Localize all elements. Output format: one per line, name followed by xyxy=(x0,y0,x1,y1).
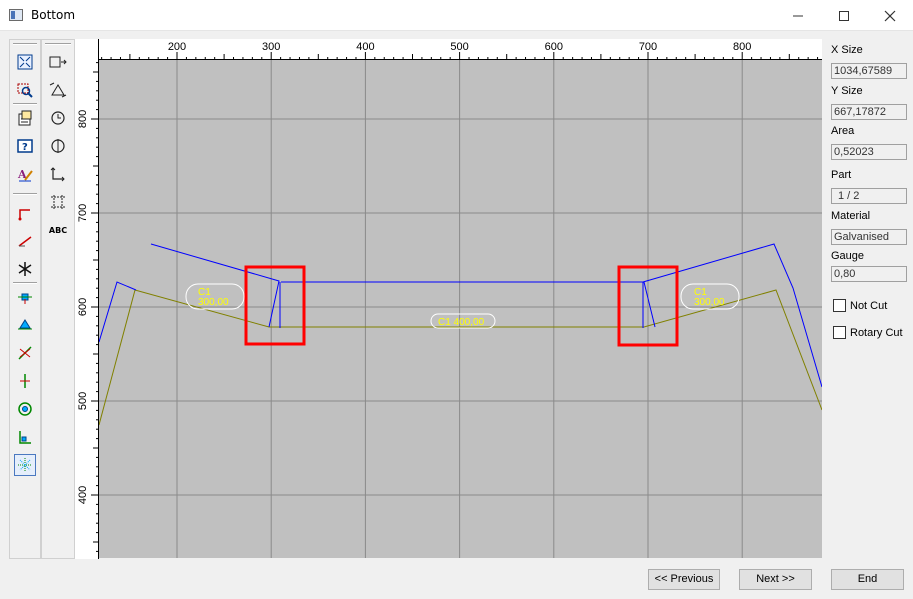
bend-label-center: C1 400,00 xyxy=(430,313,496,329)
text-abc-icon[interactable]: ABC xyxy=(47,219,69,241)
maximize-icon xyxy=(839,11,849,21)
gauge-label: Gauge xyxy=(831,250,865,262)
part-outline xyxy=(99,243,822,388)
part-field: 1 / 2 xyxy=(831,188,907,204)
ruler-label: 700 xyxy=(639,41,657,53)
ruler-label: 500 xyxy=(450,41,468,53)
gauge-field: 0,80 xyxy=(831,266,907,282)
area-field: 0,52023 xyxy=(831,144,907,160)
not-cut-checkbox[interactable] xyxy=(833,299,846,312)
ruler-label: 800 xyxy=(77,110,89,128)
resize-icon[interactable] xyxy=(47,51,69,73)
bend-label-right: C1 300,00 xyxy=(680,283,740,310)
material-label: Material xyxy=(831,210,871,222)
bend-label-left-line2: 300,00 xyxy=(198,297,229,308)
snap-perpendicular-icon[interactable] xyxy=(14,370,36,392)
end-button[interactable]: End xyxy=(831,569,904,590)
snap-center-icon[interactable] xyxy=(14,398,36,420)
rotary-cut-checkbox-row[interactable]: Rotary Cut xyxy=(833,326,903,339)
part-label: Part xyxy=(831,169,852,181)
properties-icon[interactable] xyxy=(14,107,36,129)
step-line-icon[interactable] xyxy=(14,202,36,224)
snap-midpoint-icon[interactable] xyxy=(14,314,36,336)
ruler-label: 600 xyxy=(77,298,89,316)
ruler-label: 700 xyxy=(77,204,89,222)
ruler-label: 400 xyxy=(356,41,374,53)
not-cut-checkbox-row[interactable]: Not Cut xyxy=(833,299,887,312)
rotary-cut-checkbox[interactable] xyxy=(833,326,846,339)
svg-text:?: ? xyxy=(22,142,28,153)
close-button[interactable] xyxy=(867,0,913,31)
x-size-field: 1034,67589 xyxy=(831,63,907,79)
drawing-canvas[interactable]: C1 300,00 C1 400,00 C1 300,00 xyxy=(99,60,822,558)
window-icon xyxy=(9,9,23,21)
close-icon xyxy=(884,10,896,22)
snap-intersection-icon[interactable] xyxy=(14,342,36,364)
ruler-label: 800 xyxy=(733,41,751,53)
y-size-label: Y Size xyxy=(831,85,863,97)
ruler-label: 300 xyxy=(262,41,280,53)
drawing-svg: C1 300,00 C1 400,00 C1 300,00 xyxy=(99,60,822,558)
rotate-arrows-icon[interactable] xyxy=(47,79,69,101)
bend-label-right-line2: 300,00 xyxy=(694,297,725,308)
clock-rotate-icon[interactable] xyxy=(47,107,69,129)
bend-centerline xyxy=(99,289,822,426)
snap-corner-icon[interactable] xyxy=(14,426,36,448)
dimension-icon[interactable] xyxy=(47,191,69,213)
snap-point-icon[interactable] xyxy=(14,286,36,308)
previous-button[interactable]: << Previous xyxy=(648,569,720,590)
bend-label-center-text: C1 400,00 xyxy=(438,317,485,328)
y-size-field: 667,17872 xyxy=(831,104,907,120)
tool-panel-left: ? A xyxy=(9,39,41,559)
rotary-cut-label: Rotary Cut xyxy=(850,326,903,339)
ruler-label: 200 xyxy=(168,41,186,53)
not-cut-label: Not Cut xyxy=(850,299,888,312)
zoom-extents-icon[interactable] xyxy=(14,51,36,73)
window-title: Bottom xyxy=(31,8,76,22)
angle-line-icon[interactable] xyxy=(14,230,36,252)
axis-icon[interactable] xyxy=(47,163,69,185)
ruler-vertical: 800 700 600 500 400 xyxy=(75,39,99,559)
bend-highlight-left xyxy=(244,265,306,346)
bend-label-left: C1 300,00 xyxy=(185,283,245,310)
title-bar: Bottom xyxy=(0,0,913,31)
zoom-window-icon[interactable] xyxy=(14,79,36,101)
next-button[interactable]: Next >> xyxy=(739,569,812,590)
help-icon[interactable]: ? xyxy=(14,135,36,157)
maximize-button[interactable] xyxy=(821,0,867,31)
tool-panel-right: ABC xyxy=(41,39,75,559)
material-field: Galvanised xyxy=(831,229,907,245)
grid-snap-icon[interactable] xyxy=(14,454,36,476)
asterisk-icon[interactable] xyxy=(14,258,36,280)
ruler-label: 500 xyxy=(77,392,89,410)
text-style-icon[interactable]: A xyxy=(14,163,36,185)
minimize-button[interactable] xyxy=(775,0,821,31)
area-label: Area xyxy=(831,125,855,137)
ruler-label: 400 xyxy=(77,486,89,504)
ruler-horizontal: 200 300 400 500 600 700 800 xyxy=(99,39,822,60)
minimize-icon xyxy=(793,15,803,17)
ruler-label: 600 xyxy=(545,41,563,53)
x-size-label: X Size xyxy=(831,44,863,56)
flip-icon[interactable] xyxy=(47,135,69,157)
